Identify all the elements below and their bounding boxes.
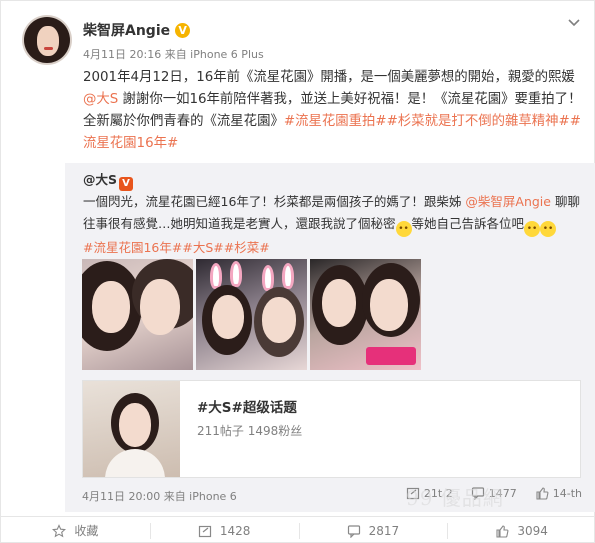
retweet-like-count: 14-th [552, 486, 582, 500]
topic-card[interactable]: #大S#超级话题 211帖子 1498粉丝 [82, 380, 581, 478]
share-icon [198, 525, 211, 537]
topic-title[interactable]: #大S#超级话题 [197, 396, 297, 416]
verified-badge-icon: V [175, 22, 191, 38]
retweet-hashtag-links[interactable]: #流星花園16年##大S##杉菜# [83, 240, 270, 255]
author-name[interactable]: 柴智屏Angie [83, 20, 170, 40]
retweet-author[interactable]: @大S [83, 172, 117, 187]
retweet-text: @大S V 一個閃光，流星花園已經16年了！杉菜都是兩個孩子的媽了！跟柴姊 @柴智… [83, 169, 588, 259]
forward-button[interactable]: 1428 [149, 517, 299, 543]
comment-button[interactable]: 2817 [298, 517, 448, 543]
bottom-action-bar: 收藏 1428 2817 3094 [1, 516, 595, 543]
comment-count: 2817 [368, 523, 400, 538]
post-text-part1: 2001年4月12日，16年前《流星花園》開播，是一個美麗夢想的開始，親愛的熙媛 [83, 70, 575, 85]
weibo-post-card: 柴智屏Angie V 4月11日 20:16 来自 iPhone 6 Plus … [0, 0, 595, 543]
retweet-meta[interactable]: 4月11日 20:00 来自 iPhone 6 [82, 488, 237, 504]
like-icon [496, 524, 509, 538]
tongue-emoji-icon: •• [540, 221, 557, 237]
post-text: 2001年4月12日，16年前《流星花園》開播，是一個美麗夢想的開始，親愛的熙媛… [83, 67, 583, 155]
like-button[interactable]: 3094 [447, 517, 595, 543]
retweet-text-part3: 等她自己告訴各位吧 [411, 216, 525, 231]
retweet-photo-3[interactable] [310, 259, 421, 370]
retweet-text-part1: 一個閃光，流星花園已經16年了！杉菜都是兩個孩子的媽了！跟柴姊 [83, 194, 466, 209]
retweet-mention-link[interactable]: @柴智屏Angie [465, 194, 551, 209]
comment-icon [347, 524, 360, 538]
topic-image [83, 381, 180, 477]
cry-emoji-icon: •• [395, 221, 412, 237]
like-count: 3094 [517, 523, 548, 538]
favorite-icon [52, 523, 67, 537]
retweet-photo-1[interactable] [82, 259, 193, 370]
forward-count: 1428 [219, 523, 251, 538]
favorite-label: 收藏 [74, 524, 99, 538]
post-author[interactable]: 柴智屏Angie V [83, 20, 191, 40]
like-icon [536, 487, 549, 500]
watermark: 99 優品網 [406, 486, 504, 510]
chevron-down-icon[interactable] [566, 15, 582, 31]
tongue-emoji-icon: •• [524, 221, 541, 237]
topic-stats: 211帖子 1498粉丝 [197, 424, 303, 438]
post-meta[interactable]: 4月11日 20:16 来自 iPhone 6 Plus [83, 46, 264, 62]
retweet-block: @大S V 一個閃光，流星花園已經16年了！杉菜都是兩個孩子的媽了！跟柴姊 @柴智… [65, 163, 595, 512]
avatar[interactable] [22, 15, 72, 65]
retweet-verified-icon: V [119, 177, 134, 191]
retweet-photo-2[interactable] [196, 259, 307, 370]
mention-link[interactable]: @大S [83, 92, 118, 107]
favorite-button[interactable]: 收藏 [1, 517, 150, 543]
retweet-like-button[interactable]: 14-th [535, 486, 582, 500]
